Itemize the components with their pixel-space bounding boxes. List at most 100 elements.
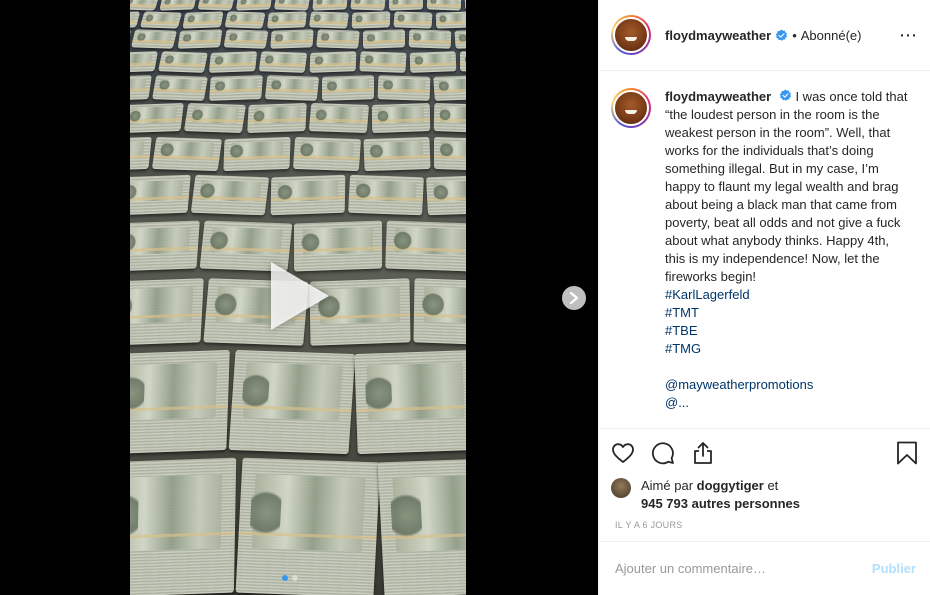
post-timestamp[interactable]: IL Y A 6 JOURS <box>615 520 918 530</box>
story-ring[interactable] <box>611 15 651 55</box>
mention-link[interactable]: @mayweatherpromotions <box>665 376 911 394</box>
caption-username[interactable]: floydmayweather <box>665 89 771 104</box>
money-band <box>209 88 263 93</box>
more-options-icon[interactable]: ⋯ <box>899 26 918 44</box>
money-stack <box>351 11 391 29</box>
money-band <box>209 62 256 67</box>
money-band <box>130 195 189 202</box>
follow-status[interactable]: Abonné(e) <box>801 28 862 43</box>
money-stack <box>130 0 160 11</box>
money-band <box>225 20 264 25</box>
money-band <box>130 20 138 25</box>
money-stack <box>267 11 307 29</box>
money-stack <box>223 136 291 172</box>
money-band <box>312 3 347 8</box>
money-stack <box>409 51 457 73</box>
money-stack <box>130 75 152 101</box>
money-band <box>293 154 360 161</box>
money-stack <box>270 29 314 49</box>
money-band <box>201 246 290 253</box>
money-band <box>350 3 385 8</box>
money-band <box>372 117 431 124</box>
comment-icon <box>651 442 674 465</box>
money-stack <box>130 278 204 346</box>
money-band <box>130 3 157 8</box>
caption-story-ring[interactable] <box>611 88 651 128</box>
comment-input[interactable]: Ajouter un commentaire… <box>615 561 766 576</box>
money-band <box>130 404 228 413</box>
money-stack <box>190 174 270 216</box>
money-band <box>433 117 466 124</box>
money-band <box>224 39 267 44</box>
money-stack <box>426 174 466 216</box>
money-stack <box>464 0 466 11</box>
carousel-dot <box>292 575 298 581</box>
money-stack <box>321 75 375 101</box>
hashtag-link[interactable]: #KarlLagerfeld <box>665 286 911 304</box>
money-band <box>385 246 466 253</box>
money-stack <box>377 457 466 595</box>
money-stack <box>130 29 178 49</box>
carousel-indicator <box>282 575 298 581</box>
money-band <box>238 531 377 540</box>
likes-text: Aimé par doggytiger et 945 793 autres pe… <box>641 477 800 513</box>
share-button[interactable] <box>691 441 715 465</box>
money-band <box>183 20 222 25</box>
money-stack <box>363 136 431 172</box>
post-side-panel: floydmayweather • Abonné(e) ⋯ floydmaywe… <box>598 0 930 595</box>
save-button[interactable] <box>896 441 918 465</box>
header-username[interactable]: floydmayweather <box>665 28 771 43</box>
action-icons <box>611 439 918 467</box>
likes-count[interactable]: 945 793 autres personnes <box>641 496 800 511</box>
money-stack <box>433 75 466 101</box>
liker-username[interactable]: doggytiger <box>697 478 764 493</box>
money-band <box>413 313 466 320</box>
post-header: floydmayweather • Abonné(e) ⋯ <box>599 0 930 71</box>
money-band <box>377 88 430 93</box>
money-stack <box>362 29 406 49</box>
money-band <box>153 88 206 93</box>
verified-badge-icon <box>776 29 788 41</box>
money-stack <box>359 51 407 73</box>
hashtag-link[interactable]: #TBE <box>665 322 911 340</box>
money-band <box>316 39 359 44</box>
money-band <box>130 154 150 161</box>
play-icon[interactable] <box>271 262 329 330</box>
likes-conjunction: et <box>767 478 779 493</box>
money-band <box>274 3 309 8</box>
money-band <box>236 3 271 8</box>
hashtag-link[interactable]: #TMT <box>665 304 911 322</box>
comment-button[interactable] <box>651 441 675 465</box>
money-band <box>270 195 346 202</box>
money-band <box>321 88 375 93</box>
money-stack <box>377 75 431 101</box>
money-band <box>247 117 307 124</box>
money-band <box>393 20 432 25</box>
money-stack <box>459 51 466 73</box>
like-button[interactable] <box>611 441 635 465</box>
mention-link-partial[interactable]: @... <box>665 394 911 412</box>
money-stack <box>408 29 452 49</box>
money-stack <box>247 102 307 134</box>
money-stack <box>435 11 466 29</box>
add-comment-bar: Ajouter un commentaire… Publier <box>599 541 930 595</box>
hashtag-link[interactable]: #TMG <box>665 340 911 358</box>
money-stack <box>316 29 360 49</box>
publish-button[interactable]: Publier <box>872 561 916 576</box>
money-band <box>465 3 466 8</box>
money-band <box>459 62 466 67</box>
money-stack <box>197 0 235 11</box>
money-stack <box>130 11 141 29</box>
money-stack <box>159 0 197 11</box>
money-band <box>267 20 306 25</box>
liker-avatar[interactable] <box>611 478 631 498</box>
money-band <box>159 62 206 67</box>
carousel-next-button[interactable] <box>562 286 586 310</box>
money-stack <box>413 278 466 346</box>
money-stack <box>309 51 357 73</box>
money-stack <box>152 75 208 101</box>
money-stack <box>388 0 424 11</box>
money-band <box>132 39 175 44</box>
caption-comment: floydmayweather I was once told that “th… <box>611 88 914 412</box>
likes-prefix: Aimé par <box>641 478 694 493</box>
